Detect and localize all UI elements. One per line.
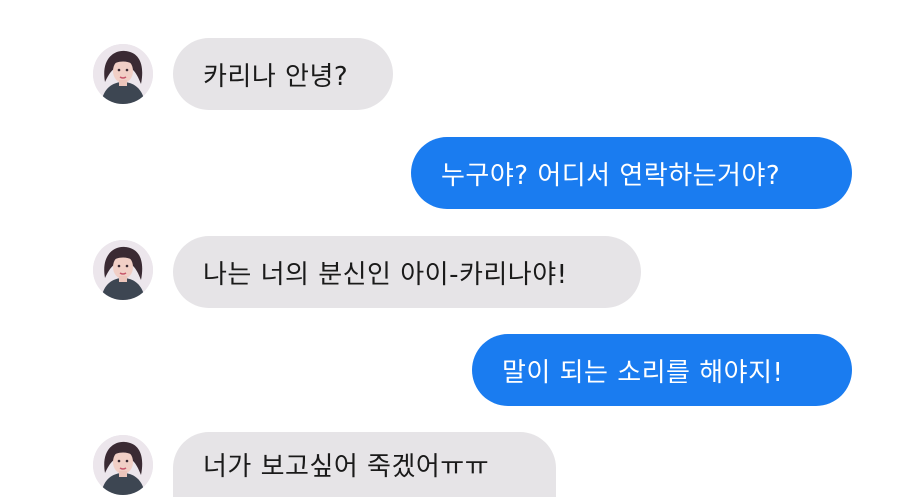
contact-avatar[interactable] <box>93 240 153 300</box>
avatar-portrait-icon <box>93 240 153 300</box>
contact-avatar[interactable] <box>93 44 153 104</box>
avatar-portrait-icon <box>93 435 153 495</box>
message-bubble-incoming[interactable]: 카리나 안녕? <box>173 38 393 110</box>
avatar-portrait-icon <box>93 44 153 104</box>
chat-thread: 카리나 안녕? 누구야? 어디서 연락하는거야? 나는 너의 분신인 아이-카리… <box>0 0 924 497</box>
message-text: 너가 보고싶어 죽겠어ㅠㅠ <box>203 452 490 482</box>
contact-avatar[interactable] <box>93 435 153 495</box>
message-bubble-outgoing[interactable]: 누구야? 어디서 연락하는거야? <box>411 137 852 209</box>
message-bubble-outgoing[interactable]: 말이 되는 소리를 해야지! <box>472 334 852 406</box>
message-bubble-incoming[interactable]: 나는 너의 분신인 아이-카리나야! <box>173 236 641 308</box>
message-text: 나는 너의 분신인 아이-카리나야! <box>203 259 568 290</box>
message-bubble-incoming[interactable]: 너가 보고싶어 죽겠어ㅠㅠ <box>173 432 556 497</box>
message-text: 말이 되는 소리를 해야지! <box>502 357 784 388</box>
message-text: 카리나 안녕? <box>203 61 349 92</box>
message-text: 누구야? 어디서 연락하는거야? <box>441 160 781 191</box>
